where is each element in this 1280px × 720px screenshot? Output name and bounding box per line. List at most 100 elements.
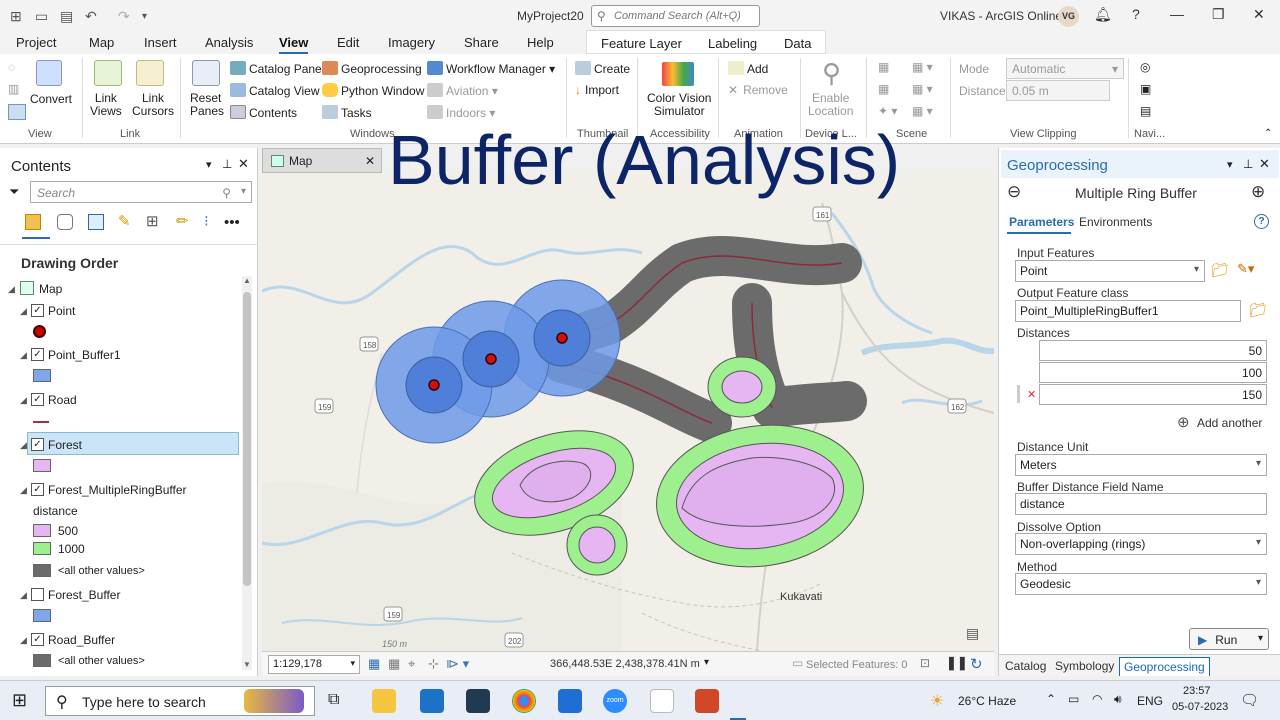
- customize-toolbar-icon[interactable]: ▾: [142, 11, 147, 22]
- taskbar-search-input[interactable]: ⚲ Type here to search: [45, 686, 315, 716]
- menu-insert[interactable]: Insert: [144, 35, 177, 50]
- forest-buffer-swatch[interactable]: [33, 609, 51, 622]
- clock-time[interactable]: 23:57: [1183, 685, 1211, 697]
- other-values-swatch[interactable]: [33, 564, 51, 577]
- language-indicator[interactable]: ENG: [1137, 694, 1163, 708]
- layer-checkbox-point[interactable]: ✓: [31, 304, 44, 317]
- refresh-icon[interactable]: ↻: [970, 655, 983, 673]
- create-thumbnail-button[interactable]: Create: [575, 61, 630, 76]
- pane-options-icon[interactable]: ▾: [1227, 158, 1233, 171]
- layer-road[interactable]: Road: [48, 393, 77, 407]
- file-explorer-icon[interactable]: [372, 689, 396, 713]
- selection-icon[interactable]: ▭: [792, 656, 803, 670]
- mail-icon[interactable]: [420, 689, 444, 713]
- run-button[interactable]: ▶ Run ▾: [1189, 628, 1269, 650]
- zoom-icon[interactable]: zoom: [603, 689, 627, 713]
- expand-layer-icon[interactable]: ◢: [20, 635, 27, 646]
- menu-imagery[interactable]: Imagery: [388, 35, 435, 50]
- enable-location-button[interactable]: Enable Location: [808, 92, 853, 118]
- layer-forest-multiple-ring-buffer[interactable]: Forest_MultipleRingBuffer: [48, 483, 187, 497]
- pin-icon[interactable]: ⊥: [1243, 157, 1253, 171]
- grid-icon[interactable]: ▦: [388, 656, 400, 672]
- add-another-button[interactable]: Add another: [1197, 416, 1262, 430]
- coordinate-format-icon[interactable]: ▾: [704, 657, 709, 668]
- layer-road-buffer[interactable]: Road_Buffer: [48, 633, 115, 647]
- import-thumbnail-button[interactable]: ↓ Import: [575, 83, 619, 97]
- output-feature-class-input[interactable]: Point_MultipleRingBuffer1: [1015, 300, 1241, 322]
- mode-select[interactable]: Automatic ▾: [1006, 58, 1124, 79]
- expand-layer-icon[interactable]: ◢: [20, 306, 27, 317]
- forest-ring-500[interactable]: [578, 526, 616, 564]
- tab-environments[interactable]: Environments: [1079, 215, 1152, 229]
- measure-icon[interactable]: ⊹: [428, 656, 439, 672]
- collapse-ribbon-icon[interactable]: ⌃: [1264, 128, 1272, 139]
- labeling-icon[interactable]: ✏: [176, 212, 189, 230]
- list-by-source-icon[interactable]: [57, 214, 73, 230]
- tab-feature-layer[interactable]: Feature Layer: [601, 36, 682, 51]
- road-buffer[interactable]: [752, 381, 867, 428]
- layer-point[interactable]: Point: [48, 304, 75, 318]
- scrollbar-thumb[interactable]: [243, 292, 251, 586]
- workflow-manager-button[interactable]: Workflow Manager ▾: [427, 61, 555, 76]
- tasks-button[interactable]: Tasks: [322, 105, 372, 120]
- layer-forest[interactable]: Forest: [48, 438, 82, 452]
- redo-icon[interactable]: ↷: [118, 8, 130, 25]
- expand-layer-icon[interactable]: ◢: [20, 590, 27, 601]
- dissolve-option-select[interactable]: Non-overlapping (rings) ▾: [1015, 533, 1267, 555]
- pin-icon[interactable]: ⊥: [222, 157, 232, 171]
- list-by-selection-icon[interactable]: [88, 214, 104, 230]
- bookmark-icon[interactable]: ▤: [1140, 104, 1151, 118]
- arcgis-icon[interactable]: [558, 689, 582, 713]
- layer-checkbox-forest-ring-buffer[interactable]: ✓: [31, 483, 44, 496]
- filter-icon[interactable]: ⏷: [9, 184, 19, 200]
- avatar[interactable]: VG: [1058, 6, 1079, 27]
- remove-animation-button[interactable]: ✕ Remove: [728, 83, 788, 97]
- forest-ring-500[interactable]: [721, 370, 763, 404]
- rotate-icon[interactable]: ◌: [8, 60, 15, 74]
- task-view-icon[interactable]: ⧉: [328, 691, 339, 709]
- layer-checkbox-road-buffer[interactable]: ✓: [31, 633, 44, 646]
- map-tab[interactable]: Map ✕: [262, 148, 382, 173]
- notepad-icon[interactable]: [650, 689, 674, 713]
- notifications-bell-icon[interactable]: 🔔︎: [1094, 6, 1112, 23]
- method-select[interactable]: Geodesic ▾: [1015, 573, 1267, 595]
- menu-analysis[interactable]: Analysis: [205, 35, 253, 50]
- scroll-up-icon[interactable]: ▲: [243, 276, 251, 285]
- fixed-zoom-icon[interactable]: ▦: [368, 656, 380, 672]
- list-by-drawing-order-icon[interactable]: [25, 214, 41, 230]
- browse-folder-icon[interactable]: 📁︎: [1249, 302, 1267, 319]
- remove-row-icon[interactable]: ✕: [1027, 388, 1036, 401]
- tab-symbology[interactable]: Symbology: [1055, 659, 1114, 673]
- help-icon[interactable]: ?: [1254, 214, 1269, 229]
- perspective-icon[interactable]: ⁝: [204, 212, 209, 230]
- pane-options-icon[interactable]: ▾: [206, 158, 212, 171]
- add-favorite-icon[interactable]: ⊕: [1251, 182, 1265, 202]
- add-animation-button[interactable]: Add: [728, 61, 768, 76]
- distance-value-2[interactable]: 100: [1039, 362, 1267, 383]
- camera-icon[interactable]: ▣: [1140, 82, 1151, 96]
- layer-checkbox-forest-buffer[interactable]: [31, 588, 44, 601]
- scene-tool-1-icon[interactable]: ▦: [878, 60, 889, 74]
- distance-value-3[interactable]: 150: [1039, 384, 1267, 405]
- powerpoint-icon[interactable]: [695, 689, 719, 713]
- scroll-down-icon[interactable]: ▼: [243, 660, 251, 669]
- distance-unit-select[interactable]: Meters ▾: [1015, 454, 1267, 476]
- volume-icon[interactable]: 🔊︎: [1114, 692, 1122, 707]
- network-icon[interactable]: ▭: [1068, 692, 1079, 706]
- add-another-icon[interactable]: ⊕: [1177, 413, 1190, 431]
- new-project-icon[interactable]: ▭: [35, 8, 48, 25]
- minimize-button[interactable]: —: [1170, 6, 1184, 22]
- close-pane-icon[interactable]: ✕: [1259, 156, 1270, 172]
- menu-share[interactable]: Share: [464, 35, 499, 50]
- weather-text[interactable]: 26°C Haze: [958, 694, 1016, 708]
- indoors-button[interactable]: Indoors ▾: [427, 105, 495, 120]
- layer-forest-buffer[interactable]: Forest_Buffer: [48, 588, 120, 602]
- account-name[interactable]: VIKAS - ArcGIS Online: [940, 9, 1062, 23]
- tab-catalog[interactable]: Catalog: [1005, 659, 1046, 673]
- sync-icon[interactable]: ▥: [8, 82, 19, 96]
- help-button[interactable]: ?: [1132, 6, 1140, 22]
- notification-center-icon[interactable]: 🗨︎: [1240, 691, 1259, 709]
- maximize-button[interactable]: ❐: [1212, 6, 1225, 23]
- road-line-symbol[interactable]: [33, 421, 49, 423]
- pause-icon[interactable]: ❚❚: [946, 655, 968, 671]
